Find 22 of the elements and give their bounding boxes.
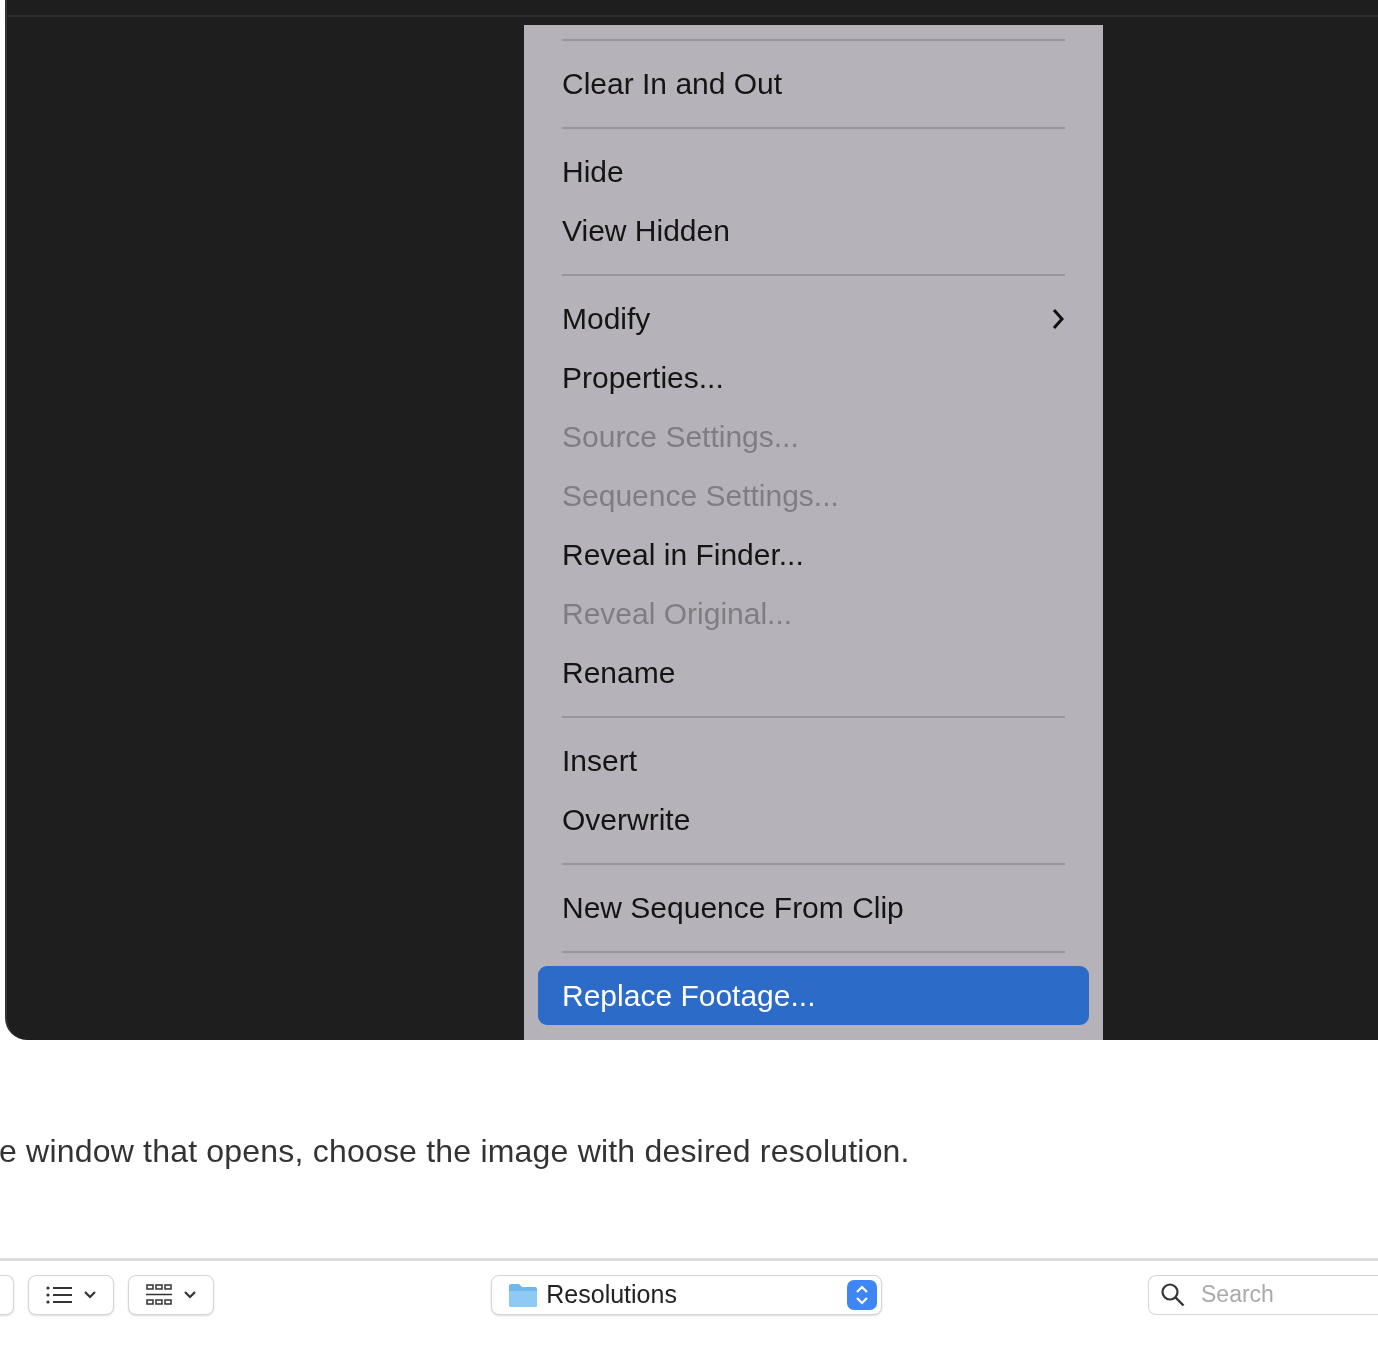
menu-item[interactable]: Reveal in Finder... [538, 525, 1089, 584]
menu-item[interactable]: Rename [538, 643, 1089, 702]
list-view-button[interactable] [27, 1274, 114, 1315]
menu-item[interactable]: Insert [538, 731, 1089, 790]
menu-item[interactable]: Modify [538, 289, 1089, 348]
search-field[interactable]: Search [1148, 1274, 1378, 1315]
caption-text: e window that opens, choose the image with desired resolution. [0, 1133, 911, 1170]
group-button[interactable] [127, 1274, 214, 1315]
folder-icon [508, 1281, 539, 1308]
menu-item[interactable]: View Hidden [538, 201, 1089, 260]
menu-item[interactable]: New Sequence From Clip [538, 878, 1089, 937]
grid-icon [144, 1282, 173, 1307]
menu-item[interactable]: Properties... [538, 348, 1089, 407]
stepper-icon [847, 1279, 878, 1310]
search-icon [1160, 1281, 1186, 1308]
menu-item[interactable]: Hide [538, 142, 1089, 201]
chevron-down-icon [82, 1289, 97, 1300]
location-popup[interactable]: Resolutions [491, 1274, 883, 1315]
menu-item[interactable]: Replace Footage... [538, 966, 1089, 1025]
chevron-down-icon [182, 1289, 197, 1300]
menu-item[interactable]: Overwrite [538, 790, 1089, 849]
menu-item[interactable]: Clear In and Out [538, 54, 1089, 113]
